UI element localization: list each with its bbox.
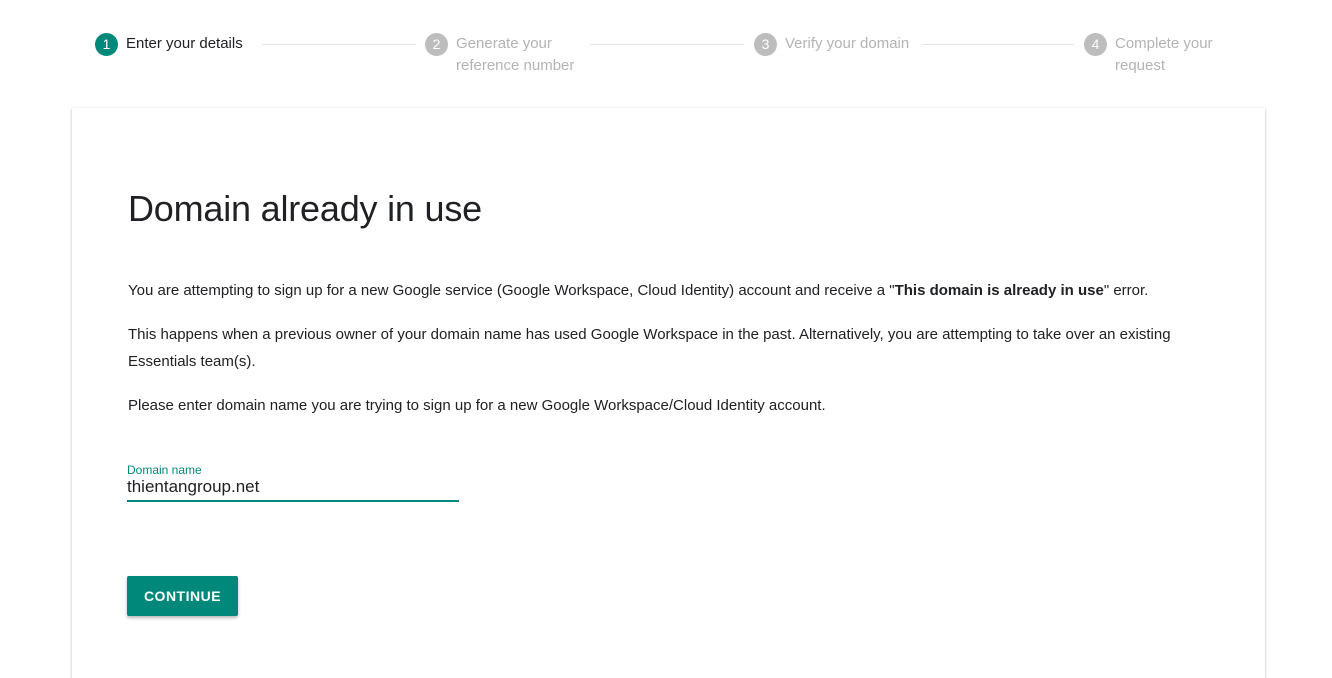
domain-name-label: Domain name bbox=[127, 463, 202, 477]
step-1: 1 Enter your details bbox=[95, 33, 243, 56]
step-1-number: 1 bbox=[95, 33, 118, 56]
step-3-label: Verify your domain bbox=[785, 33, 909, 55]
intro-text-after: " error. bbox=[1103, 282, 1149, 299]
explanation-paragraph: This happens when a previous owner of yo… bbox=[128, 326, 1171, 370]
intro-paragraph: You are attempting to sign up for a new … bbox=[128, 277, 1208, 304]
step-connector bbox=[262, 44, 416, 45]
step-2-label-line2: reference number bbox=[456, 57, 575, 74]
step-3: 3 Verify your domain bbox=[754, 33, 909, 56]
step-connector bbox=[922, 44, 1074, 45]
page-title: Domain already in use bbox=[128, 188, 482, 229]
step-1-label: Enter your details bbox=[126, 33, 243, 55]
step-2: 2 Generate your reference number bbox=[425, 33, 574, 77]
step-4-number: 4 bbox=[1084, 33, 1107, 56]
intro-text-before: You are attempting to sign up for a new … bbox=[128, 282, 895, 299]
step-3-label-line1: Verify your domain bbox=[785, 35, 910, 52]
error-message-bold: This domain is already in use bbox=[894, 282, 1104, 299]
step-2-label-line1: Generate your bbox=[456, 35, 552, 52]
step-4: 4 Complete your request bbox=[1084, 33, 1213, 77]
step-connector bbox=[590, 44, 744, 45]
step-4-label-line1: Complete your bbox=[1115, 35, 1213, 52]
domain-name-field: Domain name bbox=[127, 463, 459, 502]
step-2-number: 2 bbox=[425, 33, 448, 56]
instruction-paragraph: Please enter domain name you are trying … bbox=[128, 397, 826, 414]
step-2-label: Generate your reference number bbox=[456, 33, 574, 77]
domain-name-input[interactable] bbox=[127, 477, 459, 502]
main-card: Domain already in use You are attempting… bbox=[72, 108, 1265, 678]
progress-stepper: 1 Enter your details 2 Generate your ref… bbox=[0, 0, 1332, 100]
step-4-label-line2: request bbox=[1115, 57, 1166, 74]
step-1-label-line1: Enter your details bbox=[126, 35, 243, 52]
continue-button[interactable]: CONTINUE bbox=[127, 576, 238, 616]
step-3-number: 3 bbox=[754, 33, 777, 56]
step-4-label: Complete your request bbox=[1115, 33, 1213, 77]
